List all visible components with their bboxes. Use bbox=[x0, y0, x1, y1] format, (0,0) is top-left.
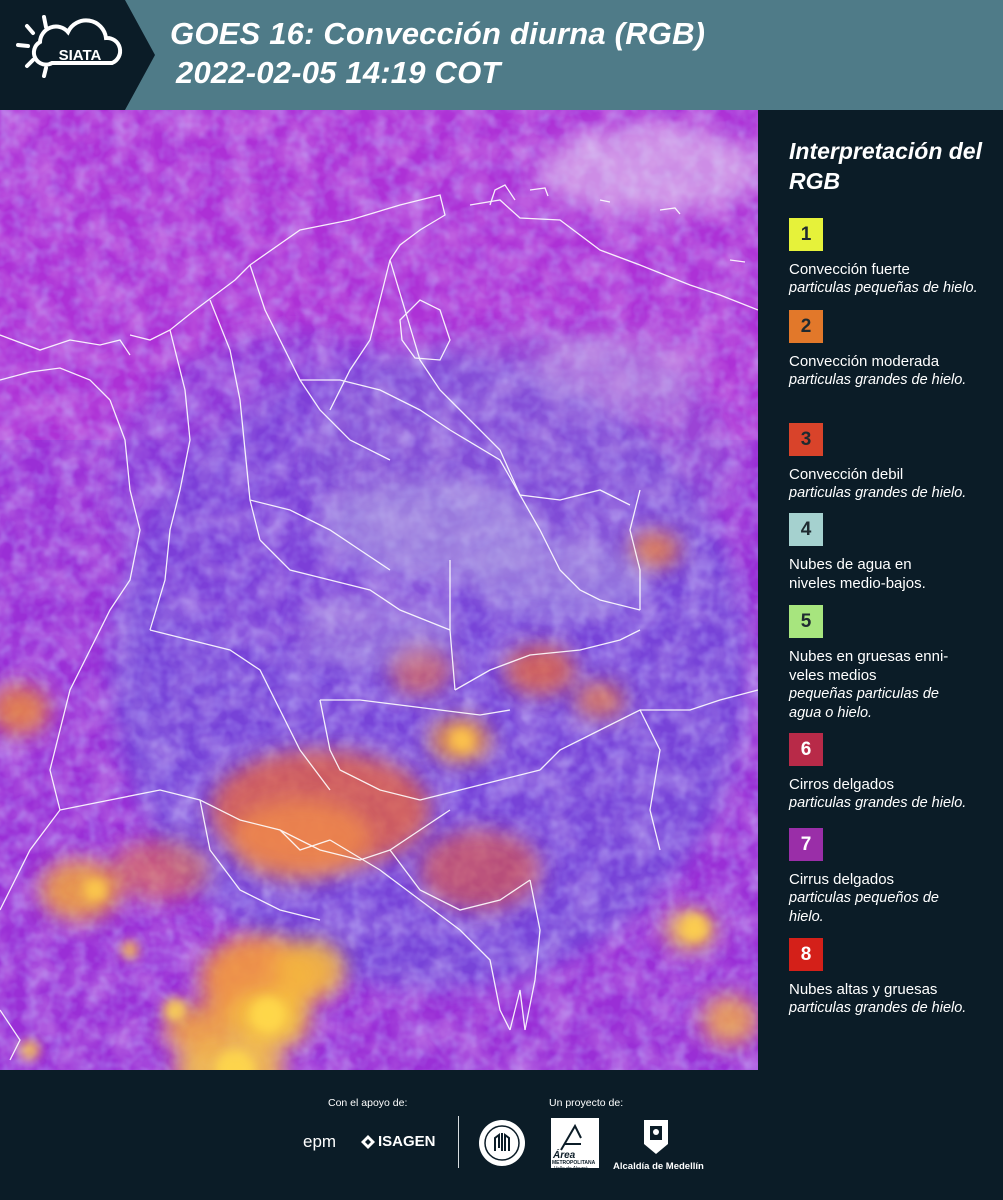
legend-label-7: Cirrus delgados bbox=[789, 871, 895, 888]
page-title: GOES 16: Convección diurna (RGB) bbox=[170, 16, 706, 51]
legend-swatch-6: 6 bbox=[789, 733, 823, 766]
legend-sub-2: particulas grandes de hielo. bbox=[789, 372, 967, 388]
legend-swatch-5: 5 bbox=[789, 605, 823, 638]
legend-swatch-3: 3 bbox=[789, 423, 823, 456]
legend-panel: Interpretación del RGB 1 Convección fuer… bbox=[758, 110, 1003, 1070]
legend-item-7: 7 Cirrus delgados particulas pequeños de… bbox=[789, 828, 994, 927]
legend-item-8: 8 Nubes altas y gruesas particulas grand… bbox=[789, 938, 994, 1018]
legend-label-2: Convección moderada bbox=[789, 353, 940, 370]
isagen-icon bbox=[361, 1135, 375, 1149]
support-label: Con el apoyo de: bbox=[328, 1097, 408, 1109]
legend-label-1: Convección fuerte bbox=[789, 261, 910, 278]
footer: Con el apoyo de: Un proyecto de: epm ISA… bbox=[0, 1070, 1003, 1200]
legend-swatch-7: 7 bbox=[789, 828, 823, 861]
satellite-map[interactable] bbox=[0, 110, 758, 1070]
medellin-seal-icon bbox=[479, 1120, 525, 1166]
isagen-logo: ISAGEN bbox=[378, 1133, 436, 1150]
legend-item-3: 3 Convección debil particulas grandes de… bbox=[789, 423, 994, 503]
alcaldia-text: Alcaldía de Medellín bbox=[613, 1161, 704, 1172]
legend-title: Interpretación del RGB bbox=[789, 138, 982, 194]
header-bar: SIATA GOES 16: Convección diurna (RGB) 2… bbox=[0, 0, 1003, 110]
legend-label-6: Cirros delgados bbox=[789, 776, 895, 793]
legend-sub-3: particulas grandes de hielo. bbox=[789, 485, 967, 501]
legend-swatch-1: 1 bbox=[789, 218, 823, 251]
epm-logo: epm bbox=[303, 1132, 337, 1151]
siata-logo: SIATA bbox=[0, 0, 155, 110]
legend-label-5: Nubes en gruesas enni-veles medios bbox=[789, 648, 949, 684]
legend-sub-6: particulas grandes de hielo. bbox=[789, 795, 967, 811]
legend-sub-8: particulas grandes de hielo. bbox=[789, 1000, 967, 1016]
legend-sub-5: pequeñas particulas de agua o hielo. bbox=[789, 686, 939, 721]
legend-swatch-4: 4 bbox=[789, 513, 823, 546]
footer-divider bbox=[458, 1116, 459, 1168]
legend-label-3: Convección debil bbox=[789, 466, 904, 483]
legend-item-2: 2 Convección moderada particulas grandes… bbox=[789, 310, 994, 390]
area-logo-sub2: Valle de Aburrá bbox=[554, 1166, 588, 1172]
legend-label-4: Nubes de agua en niveles medio-bajos. bbox=[789, 556, 926, 592]
project-label: Un proyecto de: bbox=[549, 1097, 624, 1109]
legend-swatch-8: 8 bbox=[789, 938, 823, 971]
legend-item-4: 4 Nubes de agua en niveles medio-bajos. bbox=[789, 513, 994, 593]
legend-sub-7: particulas pequeños de hielo. bbox=[789, 890, 939, 925]
legend-item-6: 6 Cirros delgados particulas grandes de … bbox=[789, 733, 994, 813]
alcaldia-crest-icon bbox=[644, 1120, 668, 1154]
legend-label-8: Nubes altas y gruesas bbox=[789, 981, 938, 998]
logo-text: SIATA bbox=[59, 47, 102, 64]
legend-item-1: 1 Convección fuerte particulas pequeñas … bbox=[789, 218, 994, 298]
page-timestamp: 2022-02-05 14:19 COT bbox=[176, 55, 501, 90]
legend-item-5: 5 Nubes en gruesas enni-veles medios peq… bbox=[789, 605, 994, 723]
legend-sub-1: particulas pequeñas de hielo. bbox=[789, 280, 978, 296]
legend-swatch-2: 2 bbox=[789, 310, 823, 343]
